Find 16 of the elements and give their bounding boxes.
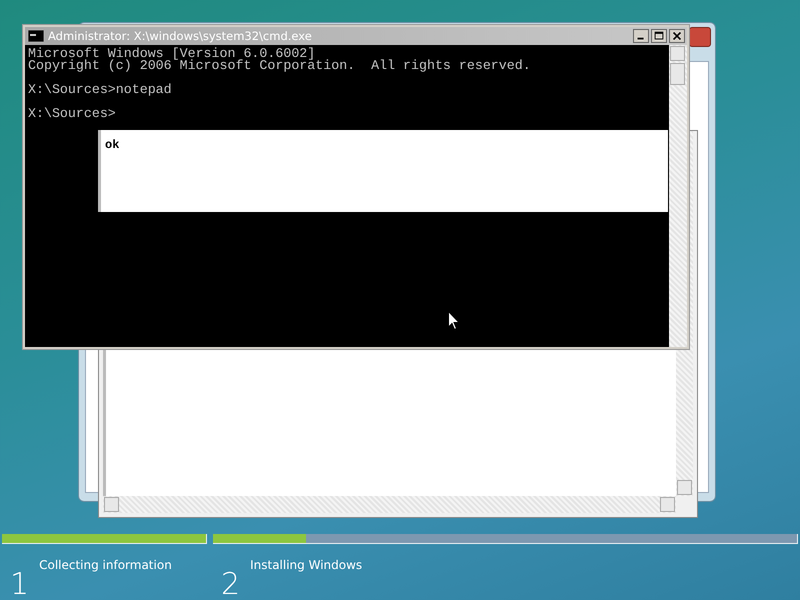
console-line: Microsoft Windows [Version 6.0.6002] bbox=[28, 48, 316, 60]
maximize-button[interactable] bbox=[651, 29, 667, 43]
minimize-button[interactable] bbox=[633, 29, 649, 43]
step-label: Collecting information bbox=[39, 558, 172, 572]
console-line: X:\Sources> bbox=[28, 105, 116, 120]
console-line: Copyright (c) 2006 Microsoft Corporation. All rights reserved. bbox=[28, 60, 531, 72]
mouse-pointer-icon bbox=[448, 311, 460, 331]
notepad-text: ok bbox=[105, 138, 120, 152]
close-button[interactable] bbox=[669, 29, 685, 43]
window-title: Administrator: X:\windows\system32\cmd.exe bbox=[48, 29, 312, 43]
console-line: X:\Sources>notepad bbox=[28, 81, 172, 96]
step-number: 2 bbox=[221, 570, 240, 600]
step-label: Installing Windows bbox=[250, 558, 362, 572]
console-icon bbox=[28, 30, 44, 42]
step-number: 1 bbox=[10, 570, 30, 600]
text-area[interactable]: ok bbox=[98, 130, 668, 212]
